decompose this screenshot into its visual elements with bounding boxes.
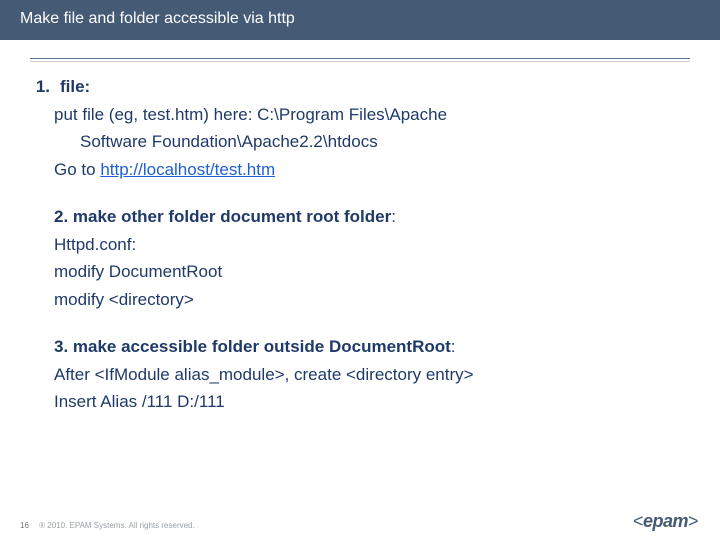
copyright: ® 2010. EPAM Systems. All rights reserve… [39,521,195,530]
slide-body: 1.file: put file (eg, test.htm) here: C:… [0,62,720,415]
item-heading: file: [60,77,90,96]
body-line: Httpd.conf: [54,232,692,258]
slide-title-bar: Make file and folder accessible via http [0,0,720,40]
angle-left-icon: < [633,511,643,531]
page-number: 16 [20,521,29,530]
item-heading: 2. make other folder document root folde… [54,207,391,226]
item-heading: 3. make accessible folder outside Docume… [54,337,451,356]
localhost-link[interactable]: http://localhost/test.htm [100,160,275,179]
item-number: 1. [24,74,50,100]
body-line: put file (eg, test.htm) here: C:\Program… [54,102,692,128]
list-item: 2. make other folder document root folde… [54,204,692,230]
body-line: Insert Alias /111 D:/111 [54,389,692,415]
footer: 16 ® 2010. EPAM Systems. All rights rese… [20,521,195,530]
colon: : [391,207,396,226]
angle-right-icon: > [688,511,698,531]
logo-text: epam [643,511,688,531]
body-line: modify <directory> [54,287,692,313]
spacer [54,314,692,332]
body-line: Software Foundation\Apache2.2\htdocs [54,129,692,155]
body-line: modify DocumentRoot [54,259,692,285]
body-line: After <IfModule alias_module>, create <d… [54,362,692,388]
epam-logo: <epam> [633,511,698,532]
list-item: 3. make accessible folder outside Docume… [54,334,692,360]
body-line: Go to http://localhost/test.htm [54,157,692,183]
list-item: 1.file: [54,74,692,100]
slide-title: Make file and folder accessible via http [20,10,295,27]
spacer [54,184,692,202]
colon: : [451,337,456,356]
goto-label: Go to [54,160,100,179]
